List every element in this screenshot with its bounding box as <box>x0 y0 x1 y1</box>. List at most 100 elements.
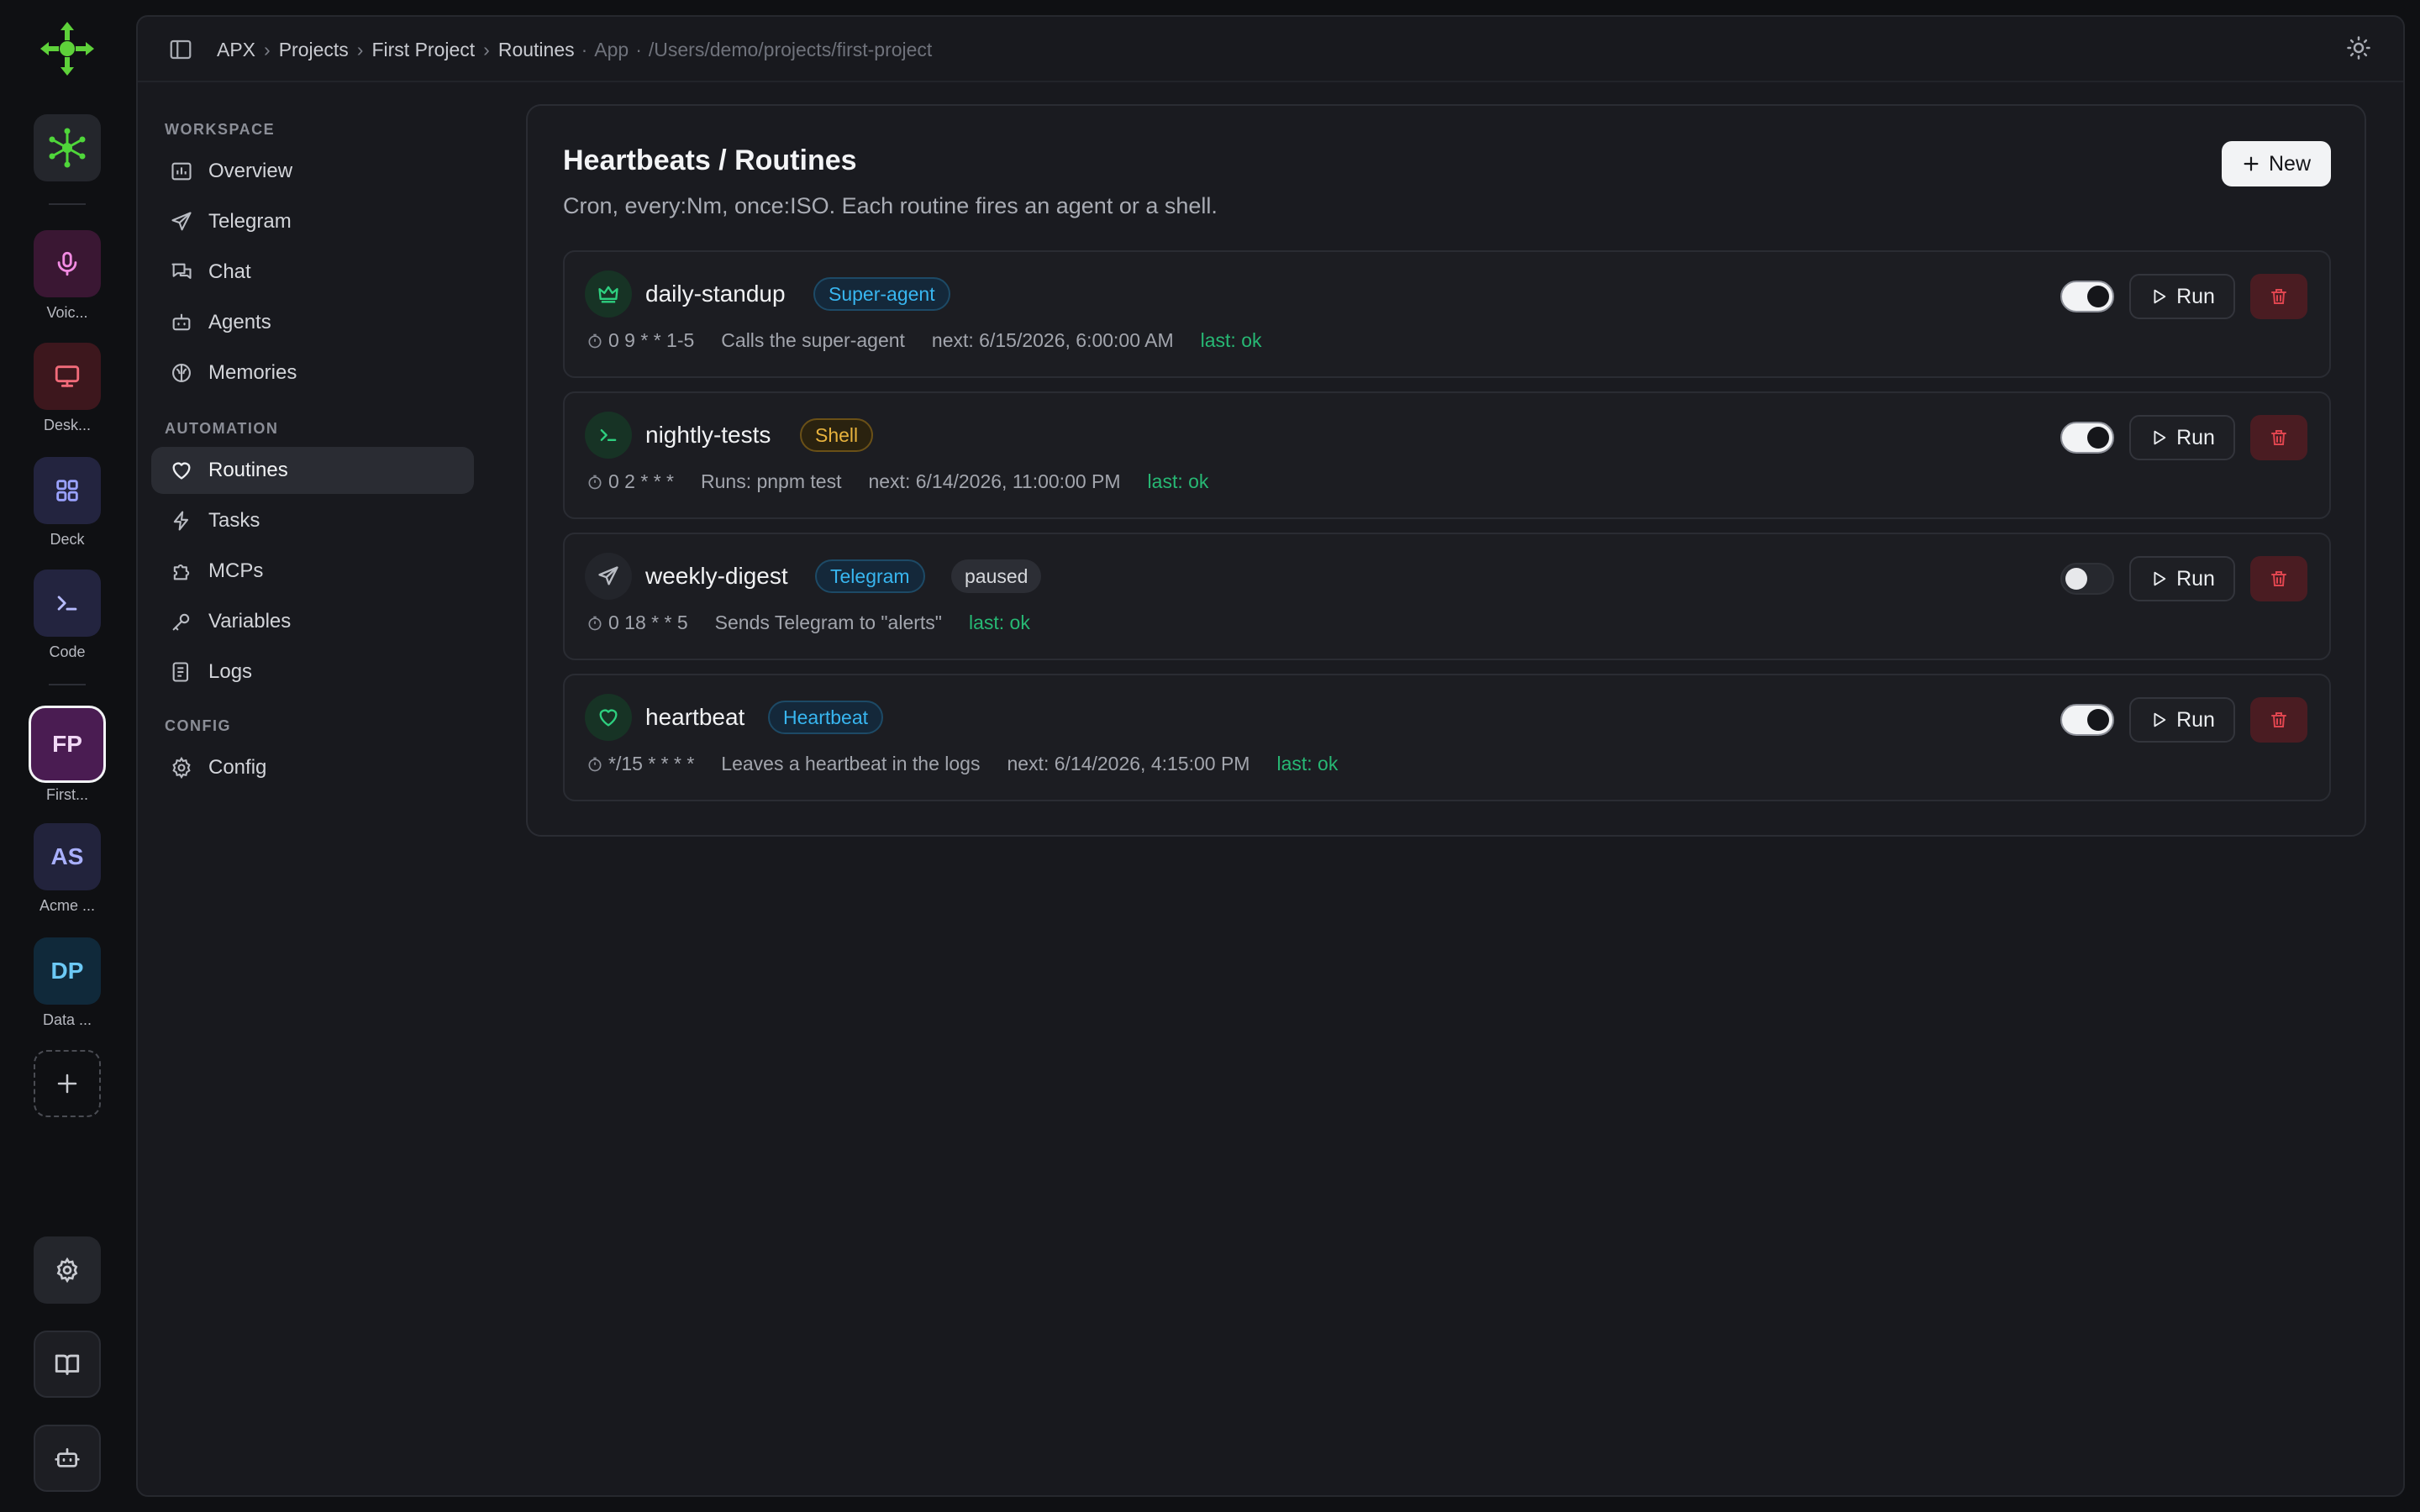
settings-button[interactable] <box>34 1236 101 1304</box>
scroll-icon <box>168 659 195 685</box>
brain-icon <box>168 360 195 386</box>
play-icon <box>2154 289 2166 304</box>
nav-item-agents[interactable]: Agents <box>151 299 474 346</box>
routine-meta: 0 18 * * 5 Sends Telegram to "alerts" la… <box>587 612 1030 634</box>
routine-enabled-toggle[interactable] <box>2060 704 2114 736</box>
routine-type-badge: Super-agent <box>813 277 950 311</box>
nav-section-config: CONFIG <box>165 717 231 734</box>
run-button-label: Run <box>2176 284 2215 308</box>
delete-routine-button[interactable] <box>2250 415 2307 460</box>
routine-description: Sends Telegram to "alerts" <box>714 612 942 633</box>
terminal-icon <box>585 412 632 459</box>
desktop-app-button[interactable] <box>34 343 101 410</box>
workspace-first-project[interactable]: FP <box>29 706 106 783</box>
project-path: /Users/demo/projects/first-project <box>648 38 933 60</box>
routine-schedule: 0 9 * * 1-5 <box>608 329 695 351</box>
grid-icon <box>56 480 78 501</box>
timer-icon <box>588 757 602 771</box>
network-icon <box>49 128 86 168</box>
breadcrumb-separator: › <box>483 38 490 60</box>
run-button[interactable]: Run <box>2129 556 2235 601</box>
key-icon <box>168 608 195 635</box>
voice-app-button[interactable] <box>34 230 101 297</box>
send-icon <box>585 553 632 600</box>
nav-item-telegram[interactable]: Telegram <box>151 198 474 245</box>
routine-next-run: next: 6/14/2026, 4:15:00 PM <box>1007 753 1250 774</box>
hub-app-button[interactable] <box>34 114 101 181</box>
nav-item-variables[interactable]: Variables <box>151 598 474 645</box>
routine-enabled-toggle[interactable] <box>2060 563 2114 595</box>
routine-name: heartbeat <box>645 704 745 730</box>
delete-routine-button[interactable] <box>2250 556 2307 601</box>
run-button-label: Run <box>2176 566 2215 591</box>
sidebar-toggle-icon[interactable] <box>168 37 193 62</box>
nav-item-overview[interactable]: Overview <box>151 148 474 195</box>
workspace-initials: DP <box>50 958 84 984</box>
code-app-button[interactable] <box>34 570 101 637</box>
routine-next-run: next: 6/15/2026, 6:00:00 AM <box>931 329 1174 351</box>
code-app-label: Code <box>49 643 86 660</box>
breadcrumb-projects[interactable]: Projects <box>279 39 349 61</box>
breadcrumb: APX › Projects › First Project › Routine… <box>217 17 932 82</box>
nav-item-chat[interactable]: Chat <box>151 249 474 296</box>
routines-panel: Heartbeats / Routines Cron, every:Nm, on… <box>526 104 2366 837</box>
workspace-initials: FP <box>52 731 82 757</box>
nav-item-memories[interactable]: Memories <box>151 349 474 396</box>
delete-routine-button[interactable] <box>2250 697 2307 743</box>
routine-card-daily-standup: daily-standup Super-agent 0 9 * * 1-5 Ca… <box>563 250 2331 378</box>
nav-label: Logs <box>208 660 253 683</box>
nav-section-automation: AUTOMATION <box>165 420 279 437</box>
robot-icon <box>168 309 195 336</box>
nav-item-config[interactable]: Config <box>151 744 474 791</box>
puzzle-icon <box>168 558 195 585</box>
docs-button[interactable] <box>34 1331 101 1398</box>
routine-schedule: 0 2 * * * <box>608 470 674 492</box>
nav-item-mcps[interactable]: MCPs <box>151 548 474 595</box>
routine-enabled-toggle[interactable] <box>2060 281 2114 312</box>
microphone-icon <box>57 251 77 276</box>
breadcrumb-apx[interactable]: APX <box>217 39 255 61</box>
nav-label: Overview <box>208 160 293 182</box>
routine-meta: 0 9 * * 1-5 Calls the super-agent next: … <box>587 329 1262 352</box>
run-button[interactable]: Run <box>2129 697 2235 743</box>
breadcrumb-separator: › <box>356 38 364 60</box>
gear-icon <box>168 754 195 781</box>
nav-label: Chat <box>208 260 251 283</box>
theme-toggle-sun-icon[interactable] <box>2346 35 2375 64</box>
heart-icon <box>585 694 632 741</box>
bot-button[interactable] <box>34 1425 101 1492</box>
breadcrumb-first-project[interactable]: First Project <box>371 39 475 61</box>
apx-logo-icon[interactable] <box>37 18 97 79</box>
timer-icon <box>588 333 602 348</box>
routine-last-status: last: ok <box>1276 753 1339 774</box>
add-workspace-button[interactable] <box>34 1050 101 1117</box>
routine-name: weekly-digest <box>645 563 788 589</box>
workspace-acme[interactable]: AS <box>34 823 101 890</box>
send-icon <box>168 208 195 235</box>
nav-item-logs[interactable]: Logs <box>151 648 474 696</box>
trash-icon <box>2271 712 2286 727</box>
delete-routine-button[interactable] <box>2250 274 2307 319</box>
routine-description: Calls the super-agent <box>721 329 905 351</box>
routine-schedule: */15 * * * * <box>608 753 695 774</box>
deck-app-button[interactable] <box>34 457 101 524</box>
desktop-app-label: Desk... <box>43 417 91 433</box>
run-button[interactable]: Run <box>2129 274 2235 319</box>
routine-enabled-toggle[interactable] <box>2060 422 2114 454</box>
routine-type-badge: Telegram <box>815 559 925 593</box>
run-button[interactable]: Run <box>2129 415 2235 460</box>
trash-icon <box>2271 430 2286 445</box>
routine-next-run: next: 6/14/2026, 11:00:00 PM <box>868 470 1121 492</box>
new-routine-button[interactable]: New <box>2222 141 2331 186</box>
breadcrumb-routines: Routines <box>497 38 575 60</box>
routine-card-nightly-tests: nightly-tests Shell 0 2 * * * Runs: pnpm… <box>563 391 2331 519</box>
voice-app-label: Voic... <box>46 304 88 321</box>
nav-item-tasks[interactable]: Tasks <box>151 497 474 544</box>
routine-last-status: last: ok <box>1147 470 1209 492</box>
trash-icon <box>2271 571 2286 586</box>
nav-item-routines[interactable]: Routines <box>151 447 474 494</box>
new-button-label: New <box>2268 151 2311 176</box>
workspace-data[interactable]: DP <box>34 937 101 1005</box>
lightning-icon <box>168 507 195 534</box>
nav-label: Config <box>208 756 267 779</box>
